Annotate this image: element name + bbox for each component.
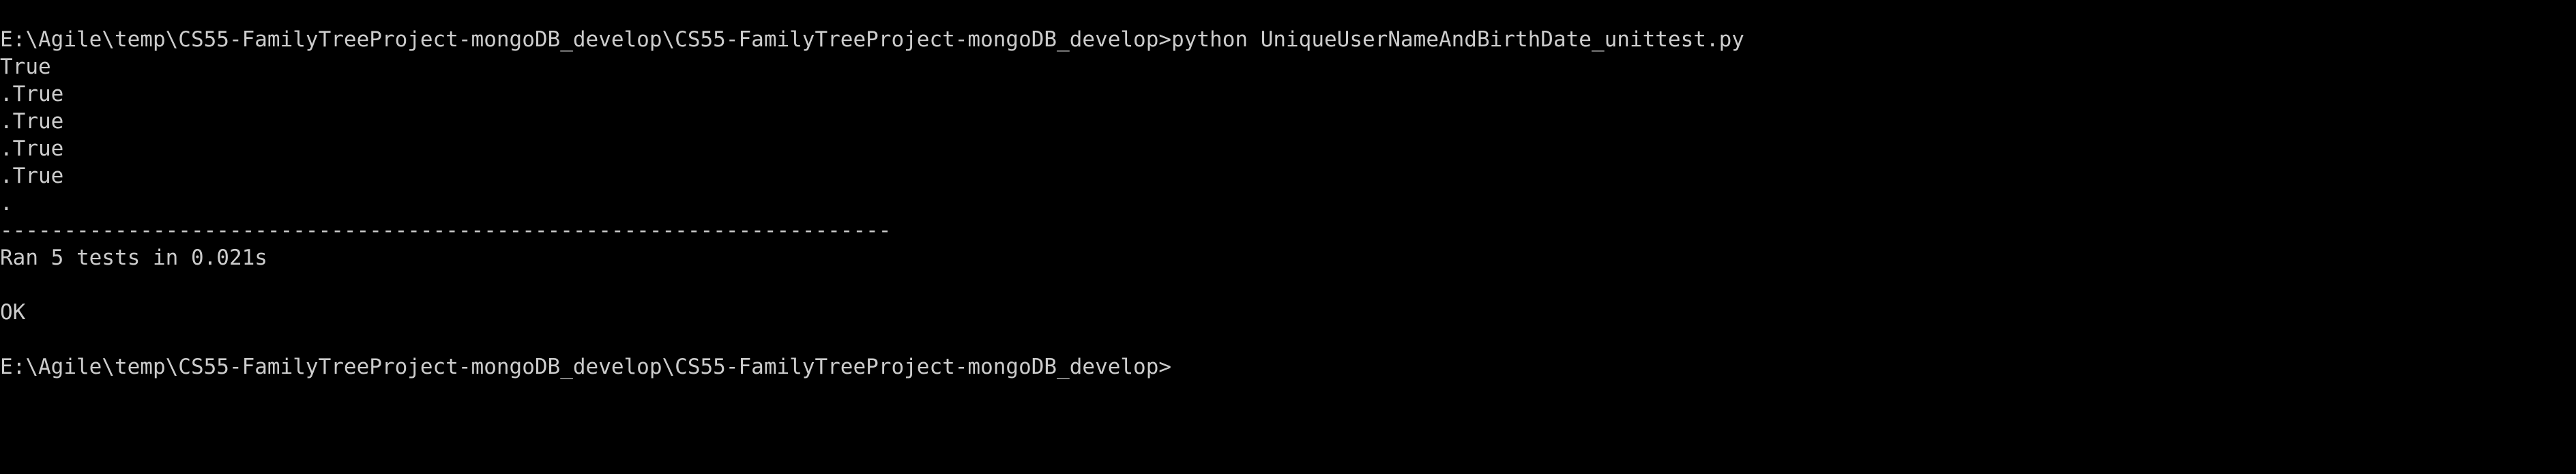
- output-line: .: [0, 191, 13, 216]
- output-line: .True: [0, 136, 64, 161]
- separator-line: ----------------------------------------…: [0, 218, 892, 243]
- console-window[interactable]: E:\Agile\temp\CS55-FamilyTreeProject-mon…: [0, 0, 2576, 474]
- output-line: .True: [0, 109, 64, 134]
- output-line: .True: [0, 164, 64, 188]
- prompt-line[interactable]: E:\Agile\temp\CS55-FamilyTreeProject-mon…: [0, 353, 2576, 381]
- test-result-line: OK: [0, 300, 26, 325]
- command-line: E:\Agile\temp\CS55-FamilyTreeProject-mon…: [0, 27, 1744, 52]
- output-line: .True: [0, 82, 64, 106]
- output-line: True: [0, 55, 51, 79]
- test-summary-line: Ran 5 tests in 0.021s: [0, 246, 267, 270]
